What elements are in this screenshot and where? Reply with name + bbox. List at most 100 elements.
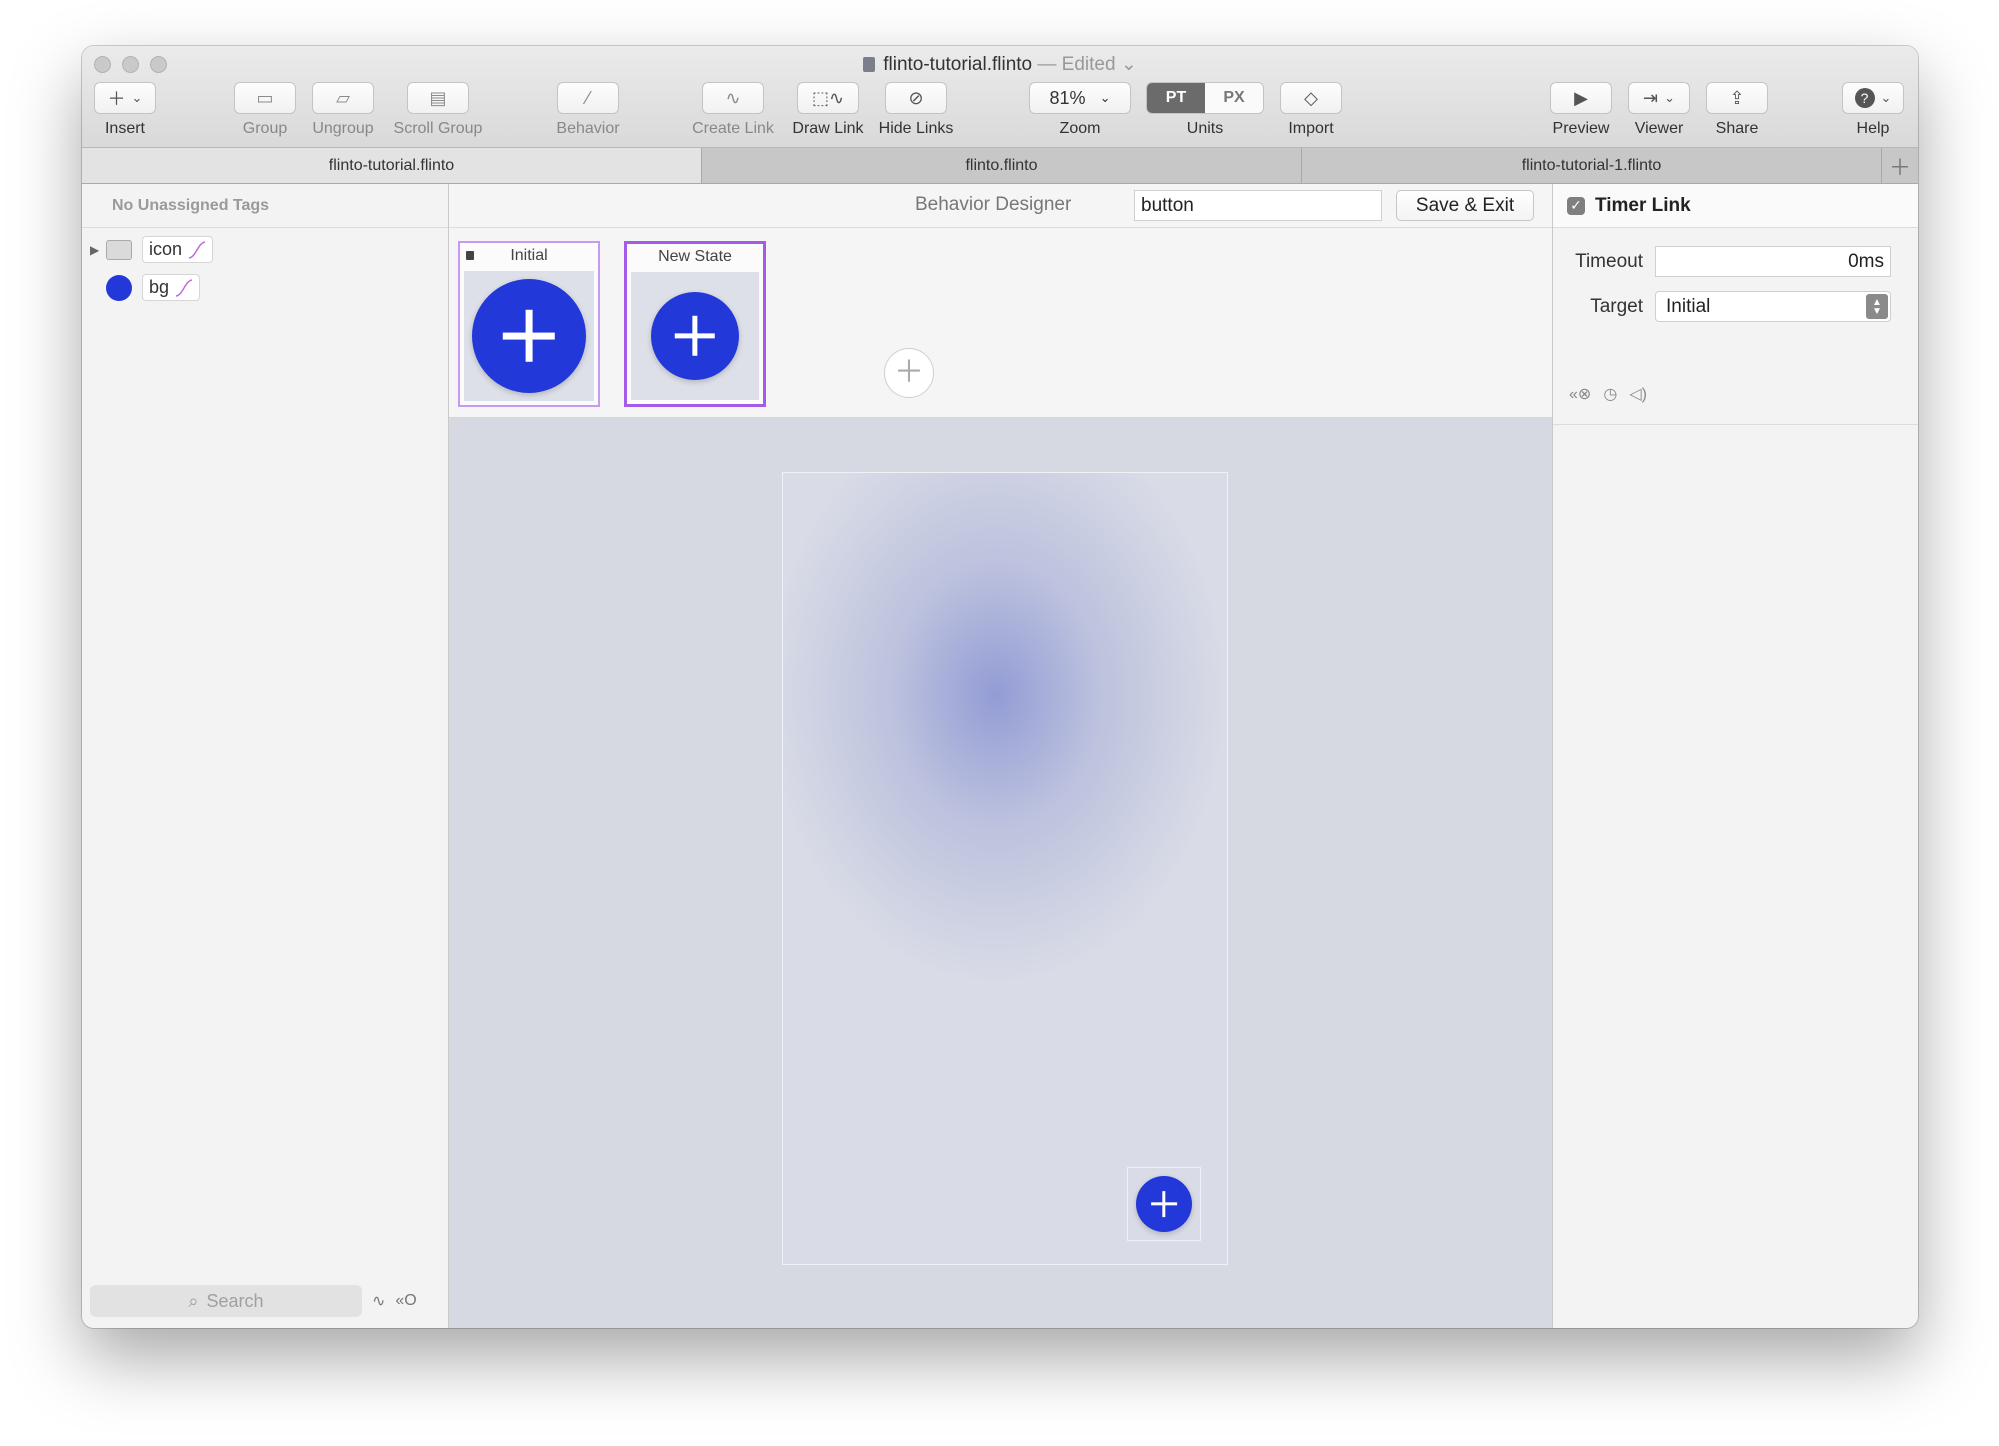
scroll-group-tool[interactable]: ▤ Scroll Group [388, 82, 488, 138]
target-row: Target Initial ▲ ▼ [1553, 291, 1918, 322]
artboard[interactable] [782, 472, 1228, 1265]
add-tab-button[interactable]: ＋ [1882, 148, 1918, 183]
insert-label: Insert [104, 120, 145, 137]
group-button[interactable]: ▭ [234, 82, 296, 114]
help-label: Help [1856, 120, 1890, 137]
import-button[interactable]: ◇ [1280, 82, 1342, 114]
plus-icon: ＋ [107, 89, 126, 109]
plus-icon: ＋ [894, 356, 924, 389]
state-thumbnail [631, 272, 759, 400]
states-strip [449, 228, 1552, 418]
tab-flinto-tutorial-1[interactable]: flinto-tutorial-1.flinto [1302, 148, 1882, 183]
layer-row-icon[interactable]: ▶ icon [90, 236, 214, 263]
plus-button-preview [651, 292, 739, 380]
target-select[interactable]: Initial ▲ ▼ [1655, 291, 1891, 322]
insert-tool[interactable]: ＋ ⌄ Insert [92, 82, 158, 138]
zoom-tool[interactable]: 81% ⌄ Zoom [1028, 82, 1132, 138]
easing-curve-icon [175, 278, 193, 297]
units-label: Units [1186, 120, 1224, 137]
add-state-button[interactable]: ＋ [884, 348, 934, 398]
state-thumbnail [464, 271, 594, 401]
share-button[interactable]: ⇪ [1706, 82, 1768, 114]
zoom-select[interactable]: 81% ⌄ [1029, 82, 1131, 114]
timeout-label: Timeout [1575, 250, 1643, 272]
import-tool[interactable]: ◇ Import [1278, 82, 1344, 138]
create-link-tool[interactable]: ∿ Create Link [688, 82, 778, 138]
diamond-icon: ◇ [1304, 87, 1318, 108]
preview-tool[interactable]: ▶ Preview [1548, 82, 1614, 138]
timer-link-checkbox[interactable]: ✓ [1567, 196, 1585, 215]
hide-links-tool[interactable]: ⊘ Hide Links [874, 82, 958, 138]
sidebar-footer: ⌕ Search ∿ «O [82, 1274, 448, 1328]
viewer-label: Viewer [1634, 120, 1684, 137]
scroll-group-icon: ▤ [429, 87, 447, 108]
layer-name-field[interactable]: bg [142, 274, 201, 301]
preview-button[interactable]: ▶ [1550, 82, 1612, 114]
layers-sidebar: No Unassigned Tags ▶ icon bg ⌕ Search ∿ … [82, 184, 449, 1328]
document-name: flinto-tutorial.flinto [883, 54, 1033, 75]
link-curve-icon[interactable]: ∿ [372, 1291, 385, 1311]
help-tool[interactable]: ? ⌄ Help [1840, 82, 1906, 138]
tags-header: No Unassigned Tags [82, 184, 448, 228]
ungroup-tool[interactable]: ▱ Ungroup [306, 82, 380, 138]
create-link-button[interactable]: ∿ [702, 82, 764, 114]
state-card-initial[interactable]: Initial [458, 241, 600, 407]
tab-flinto-tutorial[interactable]: flinto-tutorial.flinto [82, 148, 702, 183]
canvas[interactable] [449, 418, 1552, 1328]
chevron-down-icon: ⌄ [1099, 90, 1111, 105]
ungroup-button[interactable]: ▱ [312, 82, 374, 114]
state-card-new-state[interactable]: New State [624, 241, 766, 407]
timeout-input[interactable]: 0ms [1655, 246, 1891, 277]
target-label: Target [1590, 295, 1643, 317]
scroll-group-button[interactable]: ▤ [407, 82, 469, 114]
button-layer-selection[interactable] [1127, 1167, 1201, 1241]
help-button[interactable]: ? ⌄ [1842, 82, 1904, 114]
behavior-tool[interactable]: ⁄ Behavior [548, 82, 628, 138]
eye-slash-icon: ⊘ [908, 87, 924, 108]
state-label: Initial [460, 243, 598, 269]
behavior-name-input[interactable]: button [1134, 190, 1382, 221]
folder-icon: ▭ [256, 87, 274, 108]
save-exit-button[interactable]: Save & Exit [1396, 190, 1534, 221]
sound-icon[interactable]: ◁) [1629, 384, 1647, 404]
import-label: Import [1288, 120, 1334, 137]
viewer-button[interactable]: ⇥ ⌄ [1628, 82, 1690, 114]
hide-links-button[interactable]: ⊘ [885, 82, 947, 114]
units-px-button[interactable]: PX [1205, 83, 1263, 113]
fab-button[interactable] [1136, 1176, 1192, 1232]
plus-button-preview [472, 279, 586, 393]
toolbar: flinto-tutorial.flinto — Edited ⌄ ＋ ⌄ Ins… [82, 46, 1918, 148]
tab-flinto[interactable]: flinto.flinto [702, 148, 1302, 183]
search-icon: ⌕ [188, 1290, 199, 1311]
inspector-panel: ✓ Timer Link Timeout 0ms Target Initial … [1552, 184, 1918, 1328]
insert-button[interactable]: ＋ ⌄ [94, 82, 156, 114]
behavior-button[interactable]: ⁄ [557, 82, 619, 114]
share-label: Share [1715, 120, 1759, 137]
layer-name-field[interactable]: icon [142, 236, 214, 263]
trigger-icons: «⊗ ◷ ◁) [1569, 384, 1647, 404]
lock-icon [466, 251, 474, 260]
units-segmented-control: PT PX [1146, 82, 1264, 114]
units-pt-button[interactable]: PT [1147, 83, 1205, 113]
shape-circle-icon [106, 274, 132, 301]
state-name: Initial [510, 247, 548, 264]
disclosure-triangle-icon[interactable]: ▶ [90, 243, 106, 257]
window-title[interactable]: flinto-tutorial.flinto — Edited ⌄ [82, 53, 1918, 76]
draw-link-button[interactable]: ⬚∿ [797, 82, 859, 114]
behavior-designer: Behavior Designer button Save & Exit [449, 184, 1552, 1328]
group-tool[interactable]: ▭ Group [230, 82, 300, 138]
layer-row-bg[interactable]: bg [90, 274, 201, 301]
layer-search-input[interactable]: ⌕ Search [90, 1285, 362, 1317]
zoom-value: 81% [1049, 87, 1086, 108]
scroll-group-label: Scroll Group [393, 120, 483, 137]
timer-icon[interactable]: ◷ [1603, 384, 1617, 404]
share-tool[interactable]: ⇪ Share [1704, 82, 1770, 138]
document-tabs: flinto-tutorial.flinto flinto.flinto fli… [82, 148, 1918, 184]
timer-link-icon[interactable]: «O [395, 1292, 416, 1310]
document-icon [863, 57, 876, 72]
viewer-tool[interactable]: ⇥ ⌄ Viewer [1626, 82, 1692, 138]
draw-link-tool[interactable]: ⬚∿ Draw Link [788, 82, 868, 138]
folder-icon [106, 239, 132, 260]
viewer-icon: ⇥ [1643, 87, 1659, 108]
timer-link-icon[interactable]: «⊗ [1569, 384, 1591, 404]
